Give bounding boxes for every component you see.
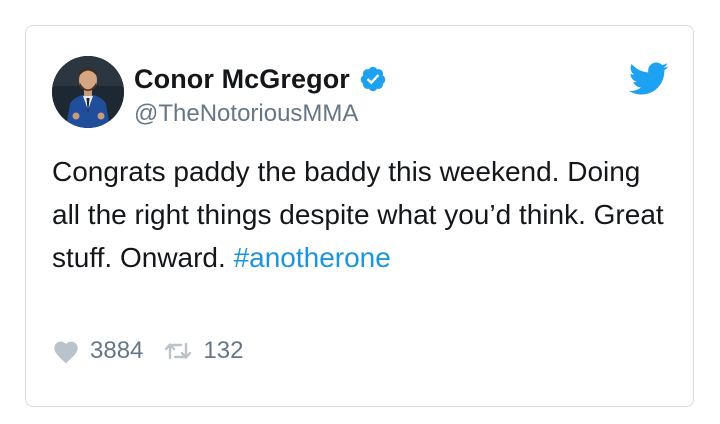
tweet-card[interactable]: Conor McGregor @TheNotoriousMMA Congrats… <box>25 25 694 407</box>
retweet-icon <box>165 342 192 360</box>
retweet-count: 132 <box>203 337 244 364</box>
author-name[interactable]: Conor McGregor <box>134 64 350 95</box>
heart-icon <box>54 341 78 364</box>
author-row: Conor McGregor <box>134 62 387 96</box>
like-count: 3884 <box>90 337 144 364</box>
avatar-image <box>52 56 124 128</box>
verified-badge-icon <box>359 65 387 93</box>
author-handle[interactable]: @TheNotoriousMMA <box>134 100 358 128</box>
twitter-bird-icon[interactable] <box>628 62 669 96</box>
retweet-button[interactable]: 132 <box>163 337 243 365</box>
like-button[interactable]: 3884 <box>52 337 143 365</box>
avatar[interactable] <box>52 56 124 128</box>
tweet-text: Congrats paddy the baddy this weekend. D… <box>52 150 672 279</box>
tweet-actions: 3884 132 <box>52 336 243 366</box>
hashtag-link[interactable]: #anotherone <box>234 242 391 273</box>
